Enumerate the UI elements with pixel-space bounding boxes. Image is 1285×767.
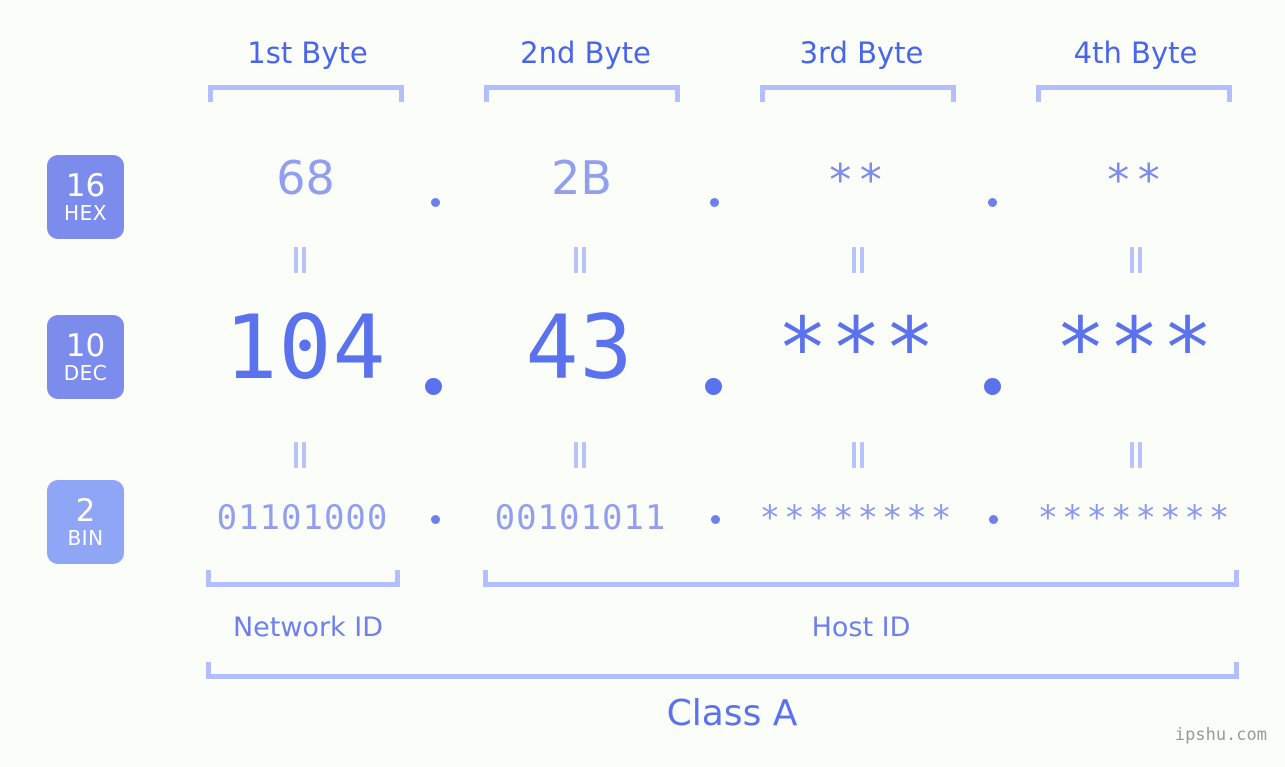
- byte-header-3: 3rd Byte: [799, 36, 924, 70]
- network-id-label: Network ID: [232, 612, 384, 643]
- dec-byte-4-value: ***: [1055, 299, 1216, 397]
- hex-byte-3-value: **: [827, 155, 888, 206]
- base-badge-bin: 2 BIN: [47, 480, 124, 564]
- base-badge-dec: 10 DEC: [47, 315, 124, 399]
- host-id-label: Host ID: [811, 612, 911, 643]
- base-badge-hex: 16 HEX: [47, 155, 124, 239]
- base-badge-dec-number: 10: [65, 328, 106, 364]
- hex-byte-2-value: 2B: [551, 151, 612, 205]
- base-badge-hex-number: 16: [65, 168, 106, 204]
- bin-separator-2: [711, 515, 720, 524]
- equality-connector-dec-bin-2: [573, 442, 587, 468]
- bin-separator-1: [431, 515, 440, 524]
- bin-byte-2-value: 00101011: [494, 498, 667, 538]
- dec-byte-1-value: 104: [224, 296, 387, 399]
- equality-connector-dec-bin-3: [851, 442, 865, 468]
- equality-connector-hex-dec-2: [573, 247, 587, 273]
- equality-connector-hex-dec-3: [851, 247, 865, 273]
- dec-separator-2: [705, 378, 722, 395]
- byte-bracket-2: [484, 85, 680, 102]
- hex-byte-4-value: **: [1105, 155, 1166, 206]
- class-label: Class A: [666, 693, 798, 734]
- dec-separator-1: [425, 378, 442, 395]
- byte-bracket-1: [208, 85, 404, 102]
- base-badge-bin-number: 2: [75, 493, 96, 529]
- bin-byte-1-value: 01101000: [216, 498, 389, 538]
- network-id-bracket: [206, 570, 400, 587]
- hex-separator-2: [710, 198, 719, 207]
- dec-byte-3-value: ***: [777, 299, 938, 397]
- class-bracket: [206, 662, 1239, 679]
- dec-separator-3: [984, 378, 1001, 395]
- host-id-bracket: [483, 570, 1239, 587]
- equality-connector-hex-dec-4: [1129, 247, 1143, 273]
- hex-byte-1-value: 68: [276, 151, 335, 205]
- bin-byte-3-value: ********: [759, 498, 956, 538]
- bin-byte-4-value: ********: [1037, 498, 1234, 538]
- bin-separator-3: [989, 515, 998, 524]
- dec-byte-2-value: 43: [525, 296, 634, 399]
- base-badge-hex-label: HEX: [64, 201, 107, 225]
- equality-connector-dec-bin-1: [293, 442, 307, 468]
- ip-address-breakdown-diagram: 1st Byte 2nd Byte 3rd Byte 4th Byte 16 H…: [0, 0, 1285, 767]
- equality-connector-dec-bin-4: [1129, 442, 1143, 468]
- byte-header-1: 1st Byte: [247, 36, 368, 70]
- byte-header-4: 4th Byte: [1073, 36, 1198, 70]
- site-watermark: ipshu.com: [1174, 725, 1267, 745]
- hex-separator-3: [988, 198, 997, 207]
- base-badge-bin-label: BIN: [67, 526, 104, 550]
- equality-connector-hex-dec-1: [293, 247, 307, 273]
- base-badge-dec-label: DEC: [63, 361, 108, 385]
- byte-header-2: 2nd Byte: [520, 36, 651, 70]
- byte-bracket-4: [1036, 85, 1232, 102]
- byte-bracket-3: [760, 85, 956, 102]
- hex-separator-1: [431, 198, 440, 207]
